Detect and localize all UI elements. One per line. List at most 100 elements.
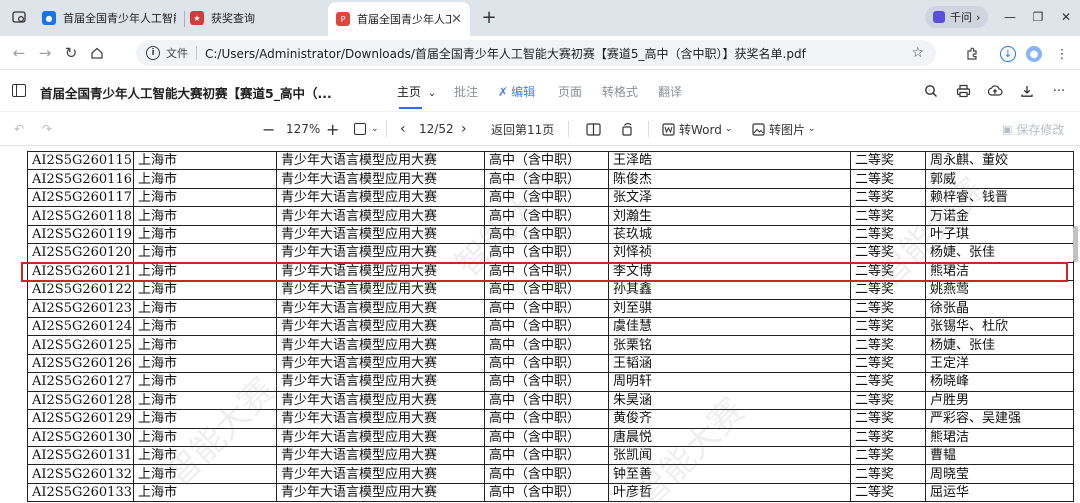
cell-student: 周明轩 bbox=[608, 372, 851, 392]
undo-icon[interactable]: ↶ bbox=[14, 119, 24, 139]
cell-contest: 青少年大语言模型应用大赛 bbox=[276, 206, 485, 226]
cell-award: 二等奖 bbox=[850, 150, 926, 171]
new-tab-button[interactable]: + bbox=[478, 6, 500, 28]
minimize-icon[interactable]: — bbox=[996, 6, 1024, 28]
zoom-in-icon[interactable]: + bbox=[326, 119, 339, 139]
forward-icon[interactable]: → bbox=[34, 42, 56, 64]
url-text[interactable]: C:/Users/Administrator/Downloads/首届全国青少年… bbox=[205, 45, 806, 62]
cell-level: 高中（含中职） bbox=[484, 206, 609, 226]
cell-level: 高中（含中职） bbox=[484, 372, 609, 392]
back-icon[interactable]: ← bbox=[8, 42, 30, 64]
page-indicator[interactable]: 12/52 bbox=[419, 119, 454, 139]
menu-edit[interactable]: ✗ 编辑 bbox=[498, 83, 535, 100]
pdf-viewer[interactable]: AI2S5G260115 上海市 青少年大语言模型应用大赛 高中（含中职） 王泽皓 二等奖… bbox=[0, 146, 1080, 503]
back-to-page-button[interactable]: 返回第11页 bbox=[491, 119, 554, 139]
close-window-icon[interactable]: ✕ bbox=[1052, 6, 1080, 28]
cell-award: 二等奖 bbox=[850, 482, 926, 503]
cell-id: AI2S5G260116 bbox=[27, 169, 134, 189]
cell-student: 叶彦哲 bbox=[608, 482, 851, 503]
restore-icon[interactable]: ❐ bbox=[1024, 6, 1052, 28]
cell-teacher: 姚燕莺 bbox=[925, 280, 1074, 300]
tab-contest[interactable]: ● 首届全国青少年人工智能 bbox=[34, 4, 184, 32]
cell-level: 高中（含中职） bbox=[484, 464, 609, 484]
download-icon[interactable]: ↓ bbox=[1000, 46, 1016, 62]
table-row: AI2S5G260123 上海市 青少年大语言模型应用大赛 高中（含中职） 刘至骐 二等奖… bbox=[27, 298, 1074, 318]
qianwen-label: 千问 bbox=[950, 11, 972, 24]
cell-contest: 青少年大语言模型应用大赛 bbox=[276, 353, 485, 374]
more-icon[interactable]: ··· bbox=[1050, 83, 1068, 99]
cell-award: 二等奖 bbox=[850, 224, 926, 245]
info-icon[interactable]: i bbox=[146, 46, 160, 60]
cell-teacher: 周永麒、董姣 bbox=[925, 150, 1074, 171]
cell-award: 二等奖 bbox=[850, 409, 926, 429]
print-icon[interactable] bbox=[954, 83, 972, 99]
tab-award-query[interactable]: ★ 获奖查询 bbox=[182, 4, 322, 32]
tab-search-icon[interactable] bbox=[6, 6, 32, 30]
menu-icon[interactable]: ⋮ bbox=[1052, 44, 1072, 64]
menu-annotate[interactable]: 批注 bbox=[454, 83, 478, 100]
cell-teacher: 周晓莹 bbox=[925, 464, 1074, 484]
menu-home[interactable]: 主页 ⌄ bbox=[397, 83, 437, 109]
to-image-label: 转图片 bbox=[769, 122, 806, 137]
table-row: AI2S5G260129 上海市 青少年大语言模型应用大赛 高中（含中职） 黄俊齐 二等奖… bbox=[27, 409, 1074, 429]
cell-region: 上海市 bbox=[133, 335, 277, 355]
to-word-label: 转Word bbox=[679, 122, 722, 137]
compare-icon[interactable] bbox=[586, 119, 601, 139]
chevron-down-icon: ⌄ bbox=[371, 124, 379, 134]
zoom-level[interactable]: 127% bbox=[286, 119, 320, 139]
star-icon[interactable]: ☆ bbox=[911, 45, 924, 61]
menu-page[interactable]: 页面 bbox=[558, 83, 582, 100]
profile-icon[interactable]: ● bbox=[1026, 46, 1042, 62]
pdf-page: AI2S5G260115 上海市 青少年大语言模型应用大赛 高中（含中职） 王泽皓 二等奖… bbox=[27, 150, 1074, 503]
chevron-down-icon: ⌄ bbox=[427, 88, 437, 99]
menu-convert[interactable]: 转格式 bbox=[602, 83, 638, 100]
save-icon[interactable] bbox=[1018, 83, 1036, 99]
save-disk-icon: ▣ bbox=[1002, 122, 1013, 136]
close-tab-icon[interactable]: ✕ bbox=[451, 12, 462, 27]
table-row: AI2S5G260115 上海市 青少年大语言模型应用大赛 高中（含中职） 王泽皓 二等奖… bbox=[27, 150, 1074, 171]
menu-translate[interactable]: 翻译 bbox=[658, 83, 682, 100]
cell-student: 虞佳慧 bbox=[608, 316, 851, 337]
cell-student: 朱昊涵 bbox=[608, 390, 851, 411]
extensions-icon[interactable] bbox=[962, 44, 982, 64]
cell-contest: 青少年大语言模型应用大赛 bbox=[276, 445, 485, 466]
cell-contest: 青少年大语言模型应用大赛 bbox=[276, 280, 485, 300]
table-row: AI2S5G260124 上海市 青少年大语言模型应用大赛 高中（含中职） 虞佳慧 二等奖… bbox=[27, 316, 1074, 337]
address-bar[interactable]: i 文件 C:/Users/Administrator/Downloads/首届… bbox=[136, 40, 936, 66]
fit-page-button[interactable]: ⌄ bbox=[354, 119, 379, 139]
cell-teacher: 杨晓峰 bbox=[925, 372, 1074, 392]
tab-strip: ● 首届全国青少年人工智能 ★ 获奖查询 P 首届全国青少年人工 ✕ + 千问 … bbox=[0, 0, 1080, 36]
search-icon[interactable] bbox=[922, 83, 940, 99]
to-word-button[interactable]: 转Word ⌄ bbox=[662, 119, 732, 139]
cell-contest: 青少年大语言模型应用大赛 bbox=[276, 261, 485, 282]
prev-page-icon[interactable]: ‹ bbox=[400, 119, 406, 139]
tab-title: 获奖查询 bbox=[211, 12, 255, 25]
table-row: AI2S5G260126 上海市 青少年大语言模型应用大赛 高中（含中职） 王韬涵 二等奖… bbox=[27, 353, 1074, 374]
upload-icon[interactable] bbox=[986, 83, 1004, 99]
sidebar-icon[interactable] bbox=[12, 84, 26, 97]
cell-award: 二等奖 bbox=[850, 316, 926, 337]
cell-teacher: 严彩容、吴建强 bbox=[925, 409, 1074, 429]
scrollbar-thumb[interactable] bbox=[1073, 226, 1078, 262]
refresh-icon[interactable]: ↻ bbox=[60, 42, 82, 64]
cell-award: 二等奖 bbox=[850, 298, 926, 318]
cell-award: 二等奖 bbox=[850, 427, 926, 448]
redo-icon[interactable]: ↷ bbox=[42, 119, 52, 139]
next-page-icon[interactable]: › bbox=[461, 119, 467, 139]
save-changes-label: 保存修改 bbox=[1016, 122, 1065, 137]
zoom-out-icon[interactable]: − bbox=[262, 119, 275, 139]
cell-region: 上海市 bbox=[133, 298, 277, 318]
cell-award: 二等奖 bbox=[850, 445, 926, 466]
image-icon bbox=[752, 122, 765, 136]
qianwen-button[interactable]: 千问 › bbox=[925, 6, 989, 28]
to-image-button[interactable]: 转图片 ⌄ bbox=[752, 119, 816, 139]
cell-teacher: 郭威 bbox=[925, 169, 1074, 189]
cell-teacher: 赖梓睿、钱晋 bbox=[925, 187, 1074, 208]
home-icon[interactable] bbox=[86, 42, 108, 64]
table-row: AI2S5G260132 上海市 青少年大语言模型应用大赛 高中（含中职） 钟至善 二等奖… bbox=[27, 464, 1074, 484]
cell-contest: 青少年大语言模型应用大赛 bbox=[276, 316, 485, 337]
rotate-icon[interactable] bbox=[620, 119, 634, 139]
cell-id: AI2S5G260117 bbox=[27, 187, 134, 208]
tab-pdf[interactable]: P 首届全国青少年人工 ✕ bbox=[328, 2, 470, 36]
save-changes-button[interactable]: ▣ 保存修改 bbox=[1002, 119, 1064, 139]
